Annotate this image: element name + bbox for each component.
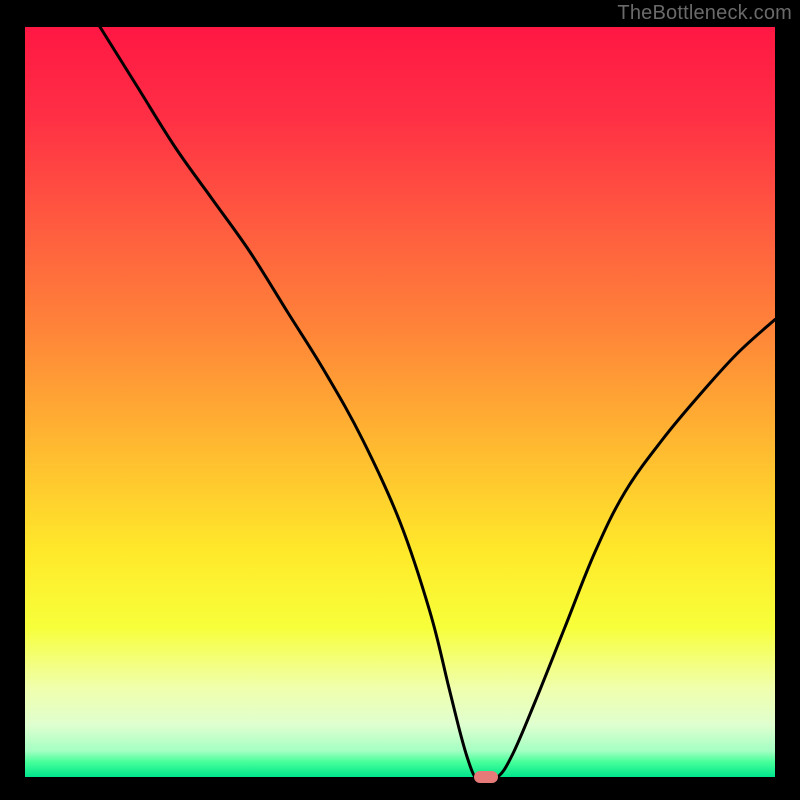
plot-area [25, 27, 775, 777]
bottleneck-curve [25, 27, 775, 777]
watermark-text: TheBottleneck.com [617, 2, 792, 25]
optimal-point-marker [474, 771, 498, 782]
chart-frame: TheBottleneck.com [0, 0, 800, 800]
